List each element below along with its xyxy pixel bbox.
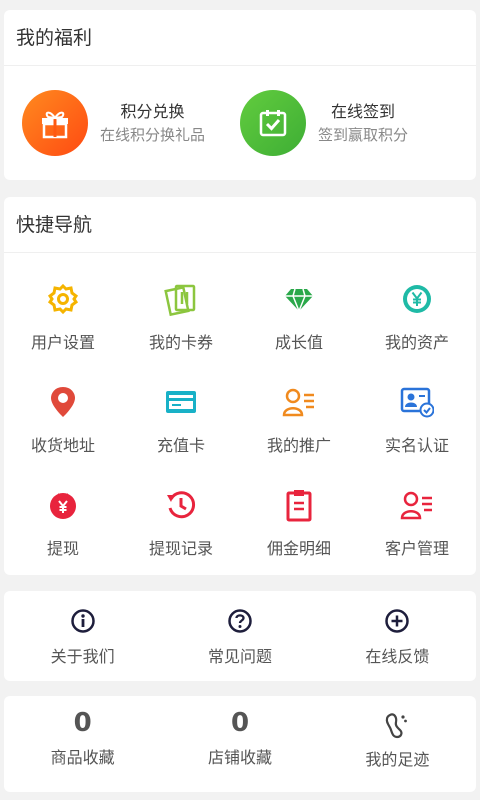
gear-icon — [43, 279, 83, 319]
nav-customer-management[interactable]: 客户管理 — [358, 473, 476, 576]
nav-label: 我的资产 — [384, 333, 449, 352]
nav-label: 成长值 — [274, 333, 323, 352]
faq-item[interactable]: 常见问题 — [161, 591, 318, 681]
feedback-item[interactable]: 在线反馈 — [319, 591, 476, 681]
nav-shipping-address[interactable]: 收货地址 — [4, 370, 122, 473]
nav-label: 提现记录 — [148, 539, 213, 558]
product-favorites-count: 0 — [73, 708, 92, 738]
about-us-label: 关于我们 — [50, 647, 115, 666]
nav-label: 佣金明细 — [266, 539, 331, 558]
yen-coin-icon — [397, 279, 437, 319]
points-exchange-desc: 在线积分换礼品 — [100, 126, 206, 144]
nav-real-name-auth[interactable]: 实名认证 — [358, 370, 476, 473]
money-bag-icon — [43, 485, 83, 525]
nav-withdraw-history[interactable]: 提现记录 — [122, 473, 240, 576]
my-footprint-label: 我的足迹 — [365, 750, 430, 769]
collections-card: 0 商品收藏 0 店铺收藏 我的足迹 — [4, 696, 476, 792]
location-pin-icon — [43, 382, 83, 422]
nav-my-promotion[interactable]: 我的推广 — [240, 370, 358, 473]
id-verify-icon — [397, 382, 437, 422]
customer-icon — [397, 485, 437, 525]
product-favorites-item[interactable]: 0 商品收藏 — [4, 696, 161, 786]
info-icon — [69, 607, 97, 635]
online-checkin-name: 在线签到 — [331, 102, 396, 121]
quick-nav-title: 快捷导航 — [4, 197, 476, 253]
nav-user-settings[interactable]: 用户设置 — [4, 267, 122, 370]
nav-label: 实名认证 — [384, 436, 449, 455]
nav-withdraw[interactable]: 提现 — [4, 473, 122, 576]
store-favorites-count: 0 — [230, 708, 250, 738]
checkin-calendar-icon — [240, 90, 306, 156]
online-checkin-item[interactable]: 在线签到 签到赢取积分 — [240, 90, 476, 156]
faq-label: 常见问题 — [207, 647, 272, 666]
nav-my-assets[interactable]: 我的资产 — [358, 267, 476, 370]
points-exchange-name: 积分兑换 — [120, 102, 185, 121]
feedback-label: 在线反馈 — [365, 647, 430, 666]
product-favorites-label: 商品收藏 — [50, 748, 115, 767]
nav-label: 我的卡券 — [148, 333, 213, 352]
gift-icon — [22, 90, 88, 156]
my-footprint-item[interactable]: 我的足迹 — [319, 696, 476, 786]
nav-label: 充值卡 — [156, 436, 205, 455]
nav-growth-value[interactable]: 成长值 — [240, 267, 358, 370]
nav-label: 客户管理 — [384, 539, 449, 558]
nav-commission-detail[interactable]: 佣金明细 — [240, 473, 358, 576]
question-icon — [226, 607, 254, 635]
nav-label: 提现 — [46, 539, 79, 558]
clipboard-icon — [279, 485, 319, 525]
nav-label: 收货地址 — [30, 436, 95, 455]
about-us-item[interactable]: 关于我们 — [4, 591, 161, 681]
footprint-icon — [382, 710, 412, 740]
nav-recharge-card[interactable]: 充值卡 — [122, 370, 240, 473]
card-icon — [161, 382, 201, 422]
diamond-icon — [279, 279, 319, 319]
store-favorites-item[interactable]: 0 店铺收藏 — [161, 696, 318, 786]
welfare-card: 我的福利 积分兑换 在线积分换礼品 在线签到 签到赢取积分 — [4, 10, 476, 180]
nav-label: 我的推广 — [266, 436, 331, 455]
nav-label: 用户设置 — [30, 333, 95, 352]
promotion-user-icon — [279, 382, 319, 422]
help-card: 关于我们 常见问题 在线反馈 — [4, 591, 476, 681]
plus-circle-icon — [383, 607, 411, 635]
coupon-icon — [161, 279, 201, 319]
points-exchange-item[interactable]: 积分兑换 在线积分换礼品 — [4, 90, 240, 156]
quick-nav-card: 快捷导航 用户设置 我的卡券 成长值 我的资产 收货地址 充值卡 我的推广 实名… — [4, 197, 476, 575]
online-checkin-desc: 签到赢取积分 — [318, 126, 409, 144]
nav-my-coupons[interactable]: 我的卡券 — [122, 267, 240, 370]
welfare-title: 我的福利 — [4, 10, 476, 66]
store-favorites-label: 店铺收藏 — [207, 748, 272, 767]
history-icon — [161, 485, 201, 525]
